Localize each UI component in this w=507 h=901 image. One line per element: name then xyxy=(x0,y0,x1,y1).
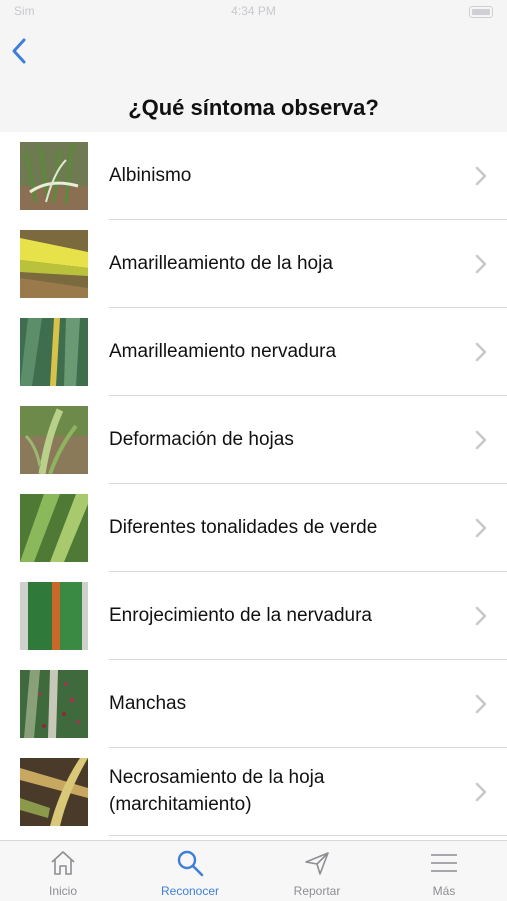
symptom-thumbnail xyxy=(20,318,88,386)
symptom-thumbnail xyxy=(20,142,88,210)
symptom-row-tonalidades-verde[interactable]: Diferentes tonalidades de verde xyxy=(0,484,507,572)
symptom-row-deformacion-hojas[interactable]: Deformación de hojas xyxy=(0,396,507,484)
symptom-label: Necrosamiento de la hoja (marchitamiento… xyxy=(109,767,325,815)
chevron-right-icon xyxy=(475,430,487,450)
chevron-right-icon xyxy=(475,342,487,362)
symptom-label: Albinismo xyxy=(109,164,192,186)
status-bar: Sim 4:34 PM xyxy=(0,0,507,24)
tab-label: Reconocer xyxy=(160,884,220,898)
tab-label: Inicio xyxy=(48,884,77,898)
menu-icon xyxy=(431,854,457,872)
symptom-list: Albinismo Amarilleamiento de la hoja Ama… xyxy=(0,132,507,840)
chevron-right-icon xyxy=(475,518,487,538)
chevron-left-icon xyxy=(12,38,26,64)
page-title: ¿Qué síntoma observa? xyxy=(128,95,379,120)
symptom-row-manchas[interactable]: Manchas xyxy=(0,660,507,748)
back-button[interactable] xyxy=(8,34,48,74)
tab-label: Reportar xyxy=(293,884,341,898)
chevron-right-icon xyxy=(475,782,487,802)
chevron-right-icon xyxy=(475,166,487,186)
tab-label: Más xyxy=(432,884,456,898)
send-icon xyxy=(305,852,329,875)
symptom-label: Deformación de hojas xyxy=(109,428,294,450)
navigation-bar: ¿Qué síntoma observa? xyxy=(0,24,507,132)
chevron-right-icon xyxy=(475,606,487,626)
tab-reportar[interactable]: Reportar xyxy=(254,841,380,901)
symptom-label: Manchas xyxy=(109,692,187,714)
row-separator xyxy=(109,835,507,836)
tab-inicio[interactable]: Inicio xyxy=(0,841,126,901)
symptom-thumbnail xyxy=(20,670,88,738)
chevron-right-icon xyxy=(475,694,487,714)
symptom-label: Amarilleamiento de la hoja xyxy=(109,252,333,274)
symptom-thumbnail xyxy=(20,406,88,474)
symptom-row-enrojecimiento-nervadura[interactable]: Enrojecimiento de la nervadura xyxy=(0,572,507,660)
chevron-right-icon xyxy=(475,254,487,274)
symptom-label: Amarilleamiento nervadura xyxy=(109,340,337,362)
battery-icon xyxy=(469,6,493,18)
symptom-thumbnail xyxy=(20,758,88,826)
home-icon xyxy=(51,851,75,875)
search-icon xyxy=(177,850,204,877)
tab-mas[interactable]: Más xyxy=(381,841,507,901)
tab-bar: Inicio Reconocer Reportar Más xyxy=(0,840,507,901)
symptom-row-necrosamiento-hoja[interactable]: Necrosamiento de la hoja (marchitamiento… xyxy=(0,748,507,836)
symptom-row-amarilleamiento-hoja[interactable]: Amarilleamiento de la hoja xyxy=(0,220,507,308)
status-time: 4:34 PM xyxy=(231,4,276,18)
symptom-row-amarilleamiento-nervadura[interactable]: Amarilleamiento nervadura xyxy=(0,308,507,396)
symptom-row-albinismo[interactable]: Albinismo xyxy=(0,132,507,220)
symptom-thumbnail xyxy=(20,582,88,650)
tab-reconocer[interactable]: Reconocer xyxy=(127,841,253,901)
symptom-label: Enrojecimiento de la nervadura xyxy=(109,604,372,626)
symptom-thumbnail xyxy=(20,494,88,562)
symptom-thumbnail xyxy=(20,230,88,298)
symptom-label: Diferentes tonalidades de verde xyxy=(109,516,378,538)
